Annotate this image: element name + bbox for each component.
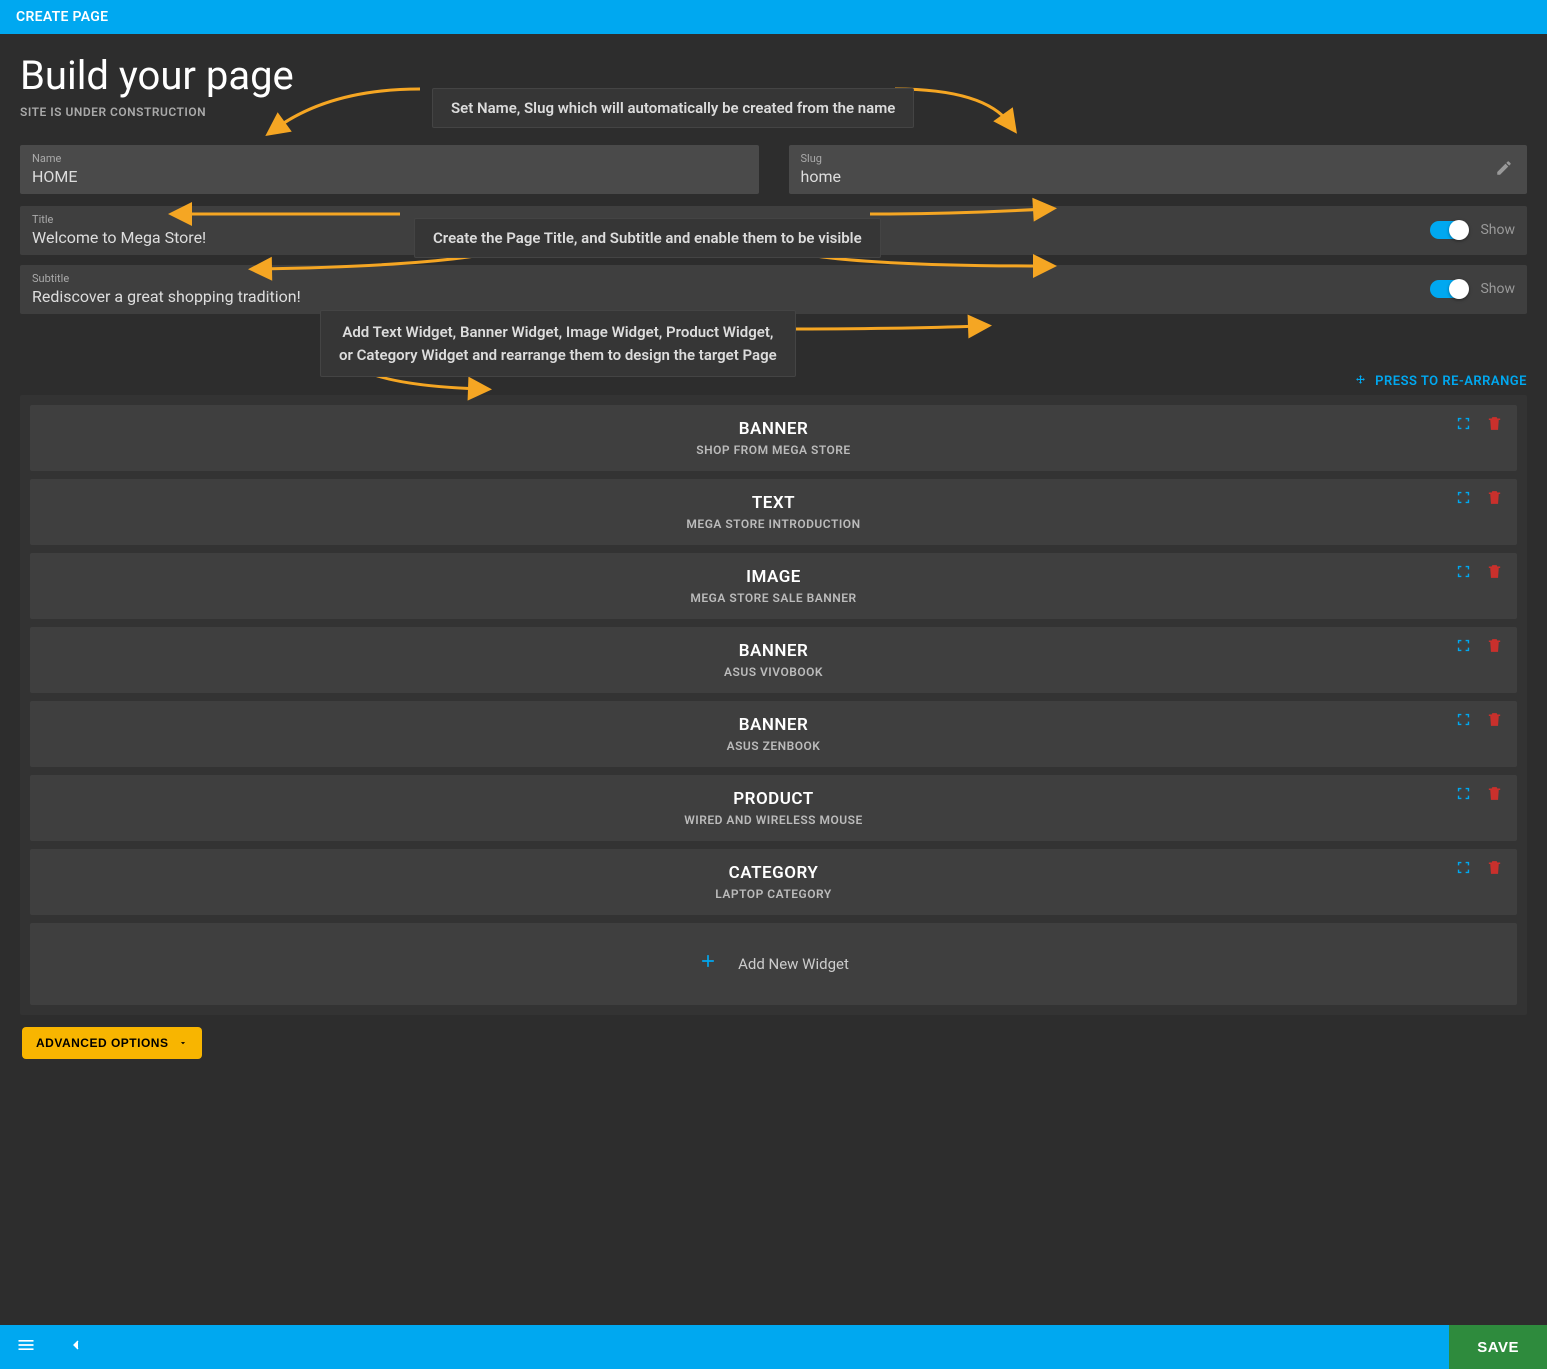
trash-icon[interactable] xyxy=(1486,563,1503,584)
topbar: CREATE PAGE xyxy=(0,0,1547,34)
trash-icon[interactable] xyxy=(1486,415,1503,436)
expand-icon[interactable] xyxy=(1455,489,1472,510)
bottom-bar: SAVE xyxy=(0,1325,1547,1369)
widget-name: ASUS VIVOBOOK xyxy=(46,665,1501,679)
expand-icon[interactable] xyxy=(1455,563,1472,584)
name-field[interactable]: Name HOME xyxy=(20,145,759,194)
expand-icon[interactable] xyxy=(1455,711,1472,732)
expand-icon[interactable] xyxy=(1455,859,1472,880)
title-value: Welcome to Mega Store! xyxy=(32,228,206,247)
widgets-container: BANNER SHOP FROM MEGA STORE TEXT MEGA ST… xyxy=(20,395,1527,1015)
slug-label: Slug xyxy=(801,152,1516,165)
widget-actions xyxy=(1455,415,1503,436)
widget-name: MEGA STORE SALE BANNER xyxy=(46,591,1501,605)
subtitle-value: Rediscover a great shopping tradition! xyxy=(32,287,301,306)
expand-icon[interactable] xyxy=(1455,415,1472,436)
widget-type: TEXT xyxy=(46,493,1501,513)
expand-icon[interactable] xyxy=(1455,785,1472,806)
trash-icon[interactable] xyxy=(1486,785,1503,806)
add-widget-button[interactable]: Add New Widget xyxy=(30,923,1517,1005)
widget-name: ASUS ZENBOOK xyxy=(46,739,1501,753)
subtitle-show-toggle[interactable] xyxy=(1430,280,1468,298)
subtitle-label: Subtitle xyxy=(32,272,1420,285)
topbar-title: CREATE PAGE xyxy=(16,9,108,25)
widget-type: PRODUCT xyxy=(46,789,1501,809)
slug-value: home xyxy=(801,167,841,186)
name-label: Name xyxy=(32,152,747,165)
widget-type: IMAGE xyxy=(46,567,1501,587)
trash-icon[interactable] xyxy=(1486,711,1503,732)
widget-type: CATEGORY xyxy=(46,863,1501,883)
chevron-down-icon xyxy=(178,1038,188,1048)
subtitle-field[interactable]: Subtitle Rediscover a great shopping tra… xyxy=(20,265,1527,314)
widget-name: LAPTOP CATEGORY xyxy=(46,887,1501,901)
plus-icon xyxy=(698,951,718,977)
widget-type: BANNER xyxy=(46,419,1501,439)
title-show-label: Show xyxy=(1480,222,1515,238)
back-icon[interactable] xyxy=(52,1337,100,1357)
widget-item[interactable]: BANNER ASUS VIVOBOOK xyxy=(30,627,1517,693)
name-slug-row: Name HOME Slug home xyxy=(20,145,1527,194)
callout-name-slug: Set Name, Slug which will automatically … xyxy=(432,88,914,128)
slug-field[interactable]: Slug home xyxy=(789,145,1528,194)
widget-name: WIRED AND WIRELESS MOUSE xyxy=(46,813,1501,827)
widget-name: SHOP FROM MEGA STORE xyxy=(46,443,1501,457)
save-button[interactable]: SAVE xyxy=(1449,1325,1547,1369)
move-icon xyxy=(1354,374,1367,387)
widget-item[interactable]: IMAGE MEGA STORE SALE BANNER xyxy=(30,553,1517,619)
subtitle-show-label: Show xyxy=(1480,281,1515,297)
trash-icon[interactable] xyxy=(1486,859,1503,880)
expand-icon[interactable] xyxy=(1455,637,1472,658)
title-show-toggle[interactable] xyxy=(1430,221,1468,239)
name-value: HOME xyxy=(32,167,77,186)
callout-title-subtitle: Create the Page Title, and Subtitle and … xyxy=(414,218,881,258)
trash-icon[interactable] xyxy=(1486,637,1503,658)
callout-widgets: Add Text Widget, Banner Widget, Image Wi… xyxy=(320,310,796,377)
widget-type: BANNER xyxy=(46,641,1501,661)
widget-item[interactable]: TEXT MEGA STORE INTRODUCTION xyxy=(30,479,1517,545)
widget-type: BANNER xyxy=(46,715,1501,735)
widget-name: MEGA STORE INTRODUCTION xyxy=(46,517,1501,531)
main-area: Build your page SITE IS UNDER CONSTRUCTI… xyxy=(0,34,1547,1069)
trash-icon[interactable] xyxy=(1486,489,1503,510)
widget-item[interactable]: BANNER SHOP FROM MEGA STORE xyxy=(30,405,1517,471)
pencil-icon[interactable] xyxy=(1495,159,1513,181)
add-widget-label: Add New Widget xyxy=(738,955,849,973)
menu-icon[interactable] xyxy=(0,1335,52,1359)
advanced-options-button[interactable]: ADVANCED OPTIONS xyxy=(22,1027,202,1059)
widget-item[interactable]: PRODUCT WIRED AND WIRELESS MOUSE xyxy=(30,775,1517,841)
widget-item[interactable]: CATEGORY LAPTOP CATEGORY xyxy=(30,849,1517,915)
widget-item[interactable]: BANNER ASUS ZENBOOK xyxy=(30,701,1517,767)
